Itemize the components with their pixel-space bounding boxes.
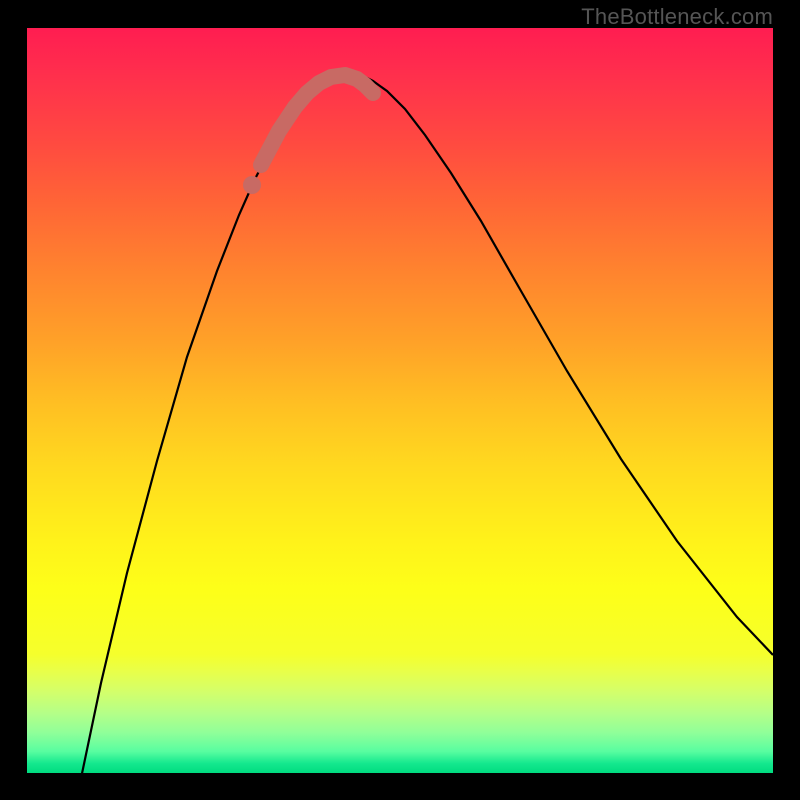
marker-dot [243,176,261,194]
watermark-text: TheBottleneck.com [581,4,773,30]
chart-svg [27,28,773,773]
bottleneck-curve [80,73,773,773]
marker-band [261,75,373,165]
chart-frame [27,28,773,773]
